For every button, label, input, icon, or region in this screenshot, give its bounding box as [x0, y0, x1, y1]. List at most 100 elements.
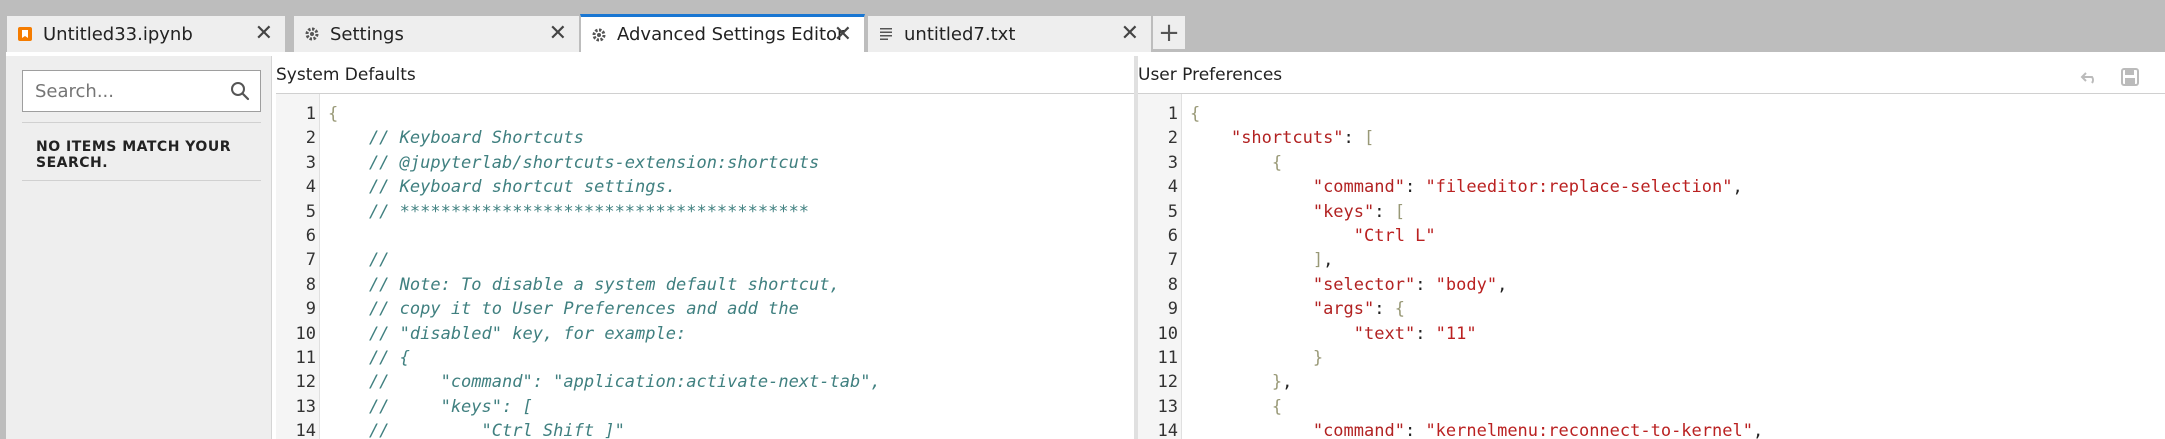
code-line: 3 {	[1138, 153, 2165, 177]
code-line: 10 "text": "11"	[1138, 324, 2165, 348]
empty-message: NO ITEMS MATCH YOUR SEARCH.	[36, 139, 231, 171]
code-token: // copy it to User Preferences and add t…	[328, 299, 799, 320]
code-line: 11 // {	[276, 348, 1134, 372]
code-line: 1{	[1138, 104, 2165, 128]
code-token: :	[1374, 299, 1395, 320]
line-number: 2	[305, 128, 316, 149]
code-line: 14 "command": "kernelmenu:reconnect-to-k…	[1138, 421, 2165, 439]
code-token: }	[1312, 348, 1324, 368]
line-number: 5	[1167, 201, 1178, 222]
code-token: "11"	[1435, 323, 1477, 344]
tab-label: Untitled33.ipynb	[43, 23, 193, 45]
tab-advanced-settings-editor[interactable]: Advanced Settings Editor ✕	[580, 14, 865, 52]
code-line: 1{	[276, 104, 1134, 128]
line-number: 9	[305, 299, 316, 320]
line-number: 1	[305, 104, 316, 124]
line-number: 6	[1167, 226, 1178, 246]
code-token: ]	[1312, 250, 1324, 271]
code-token: "selector"	[1312, 274, 1416, 295]
close-icon[interactable]: ✕	[549, 23, 567, 45]
code-token: ,	[1497, 274, 1508, 295]
close-icon[interactable]: ✕	[834, 23, 852, 46]
code-text: {	[1190, 104, 1200, 124]
line-number: 13	[1157, 396, 1178, 417]
close-icon[interactable]: ✕	[255, 23, 273, 45]
divider	[22, 122, 261, 123]
undo-icon[interactable]	[2080, 67, 2100, 87]
line-number: 8	[305, 274, 316, 295]
new-tab-button[interactable]: +	[1152, 15, 1186, 50]
code-token: {	[1190, 104, 1201, 124]
code-token: "keys"	[1312, 201, 1375, 222]
line-number: 3	[305, 152, 316, 173]
close-icon[interactable]: ✕	[1121, 23, 1139, 45]
system-defaults-header: System Defaults	[276, 56, 1138, 94]
user-preferences-editor[interactable]: 1{2 "shortcuts": [3 {4 "command": "filee…	[1138, 94, 2165, 439]
code-text: // Note: To disable a system default sho…	[328, 275, 840, 295]
code-token: ,	[1282, 372, 1293, 393]
code-token: ,	[1732, 177, 1743, 198]
line-number: 12	[295, 372, 316, 393]
code-token: // Note: To disable a system default sho…	[328, 274, 840, 295]
code-text: "command": "kernelmenu:reconnect-to-kern…	[1190, 421, 1763, 439]
code-text: "command": "fileeditor:replace-selection…	[1190, 177, 1743, 197]
line-number: 9	[1167, 299, 1178, 320]
user-preferences-title: User Preferences	[1138, 64, 1283, 85]
code-text: // copy it to User Preferences and add t…	[328, 299, 799, 319]
code-text: "selector": "body",	[1190, 274, 1508, 295]
text-file-icon	[878, 26, 894, 42]
code-line: 7 //	[276, 250, 1134, 274]
code-text: // Keyboard Shortcuts	[328, 128, 584, 148]
code-text: //	[328, 250, 389, 270]
code-text: {	[1190, 397, 1282, 417]
line-number: 10	[1157, 323, 1178, 344]
tab-label: untitled7.txt	[904, 23, 1016, 45]
save-icon[interactable]	[2120, 67, 2140, 87]
code-text: {	[1190, 153, 1282, 173]
code-text: }	[1190, 348, 1323, 368]
code-token: }	[1271, 372, 1283, 393]
code-token: // Keyboard Shortcuts	[328, 128, 584, 149]
line-number: 4	[1167, 177, 1178, 198]
system-defaults-title: System Defaults	[276, 64, 416, 85]
code-text: ],	[1190, 250, 1334, 271]
code-text: // Keyboard shortcut settings.	[328, 177, 676, 197]
line-number: 8	[1167, 274, 1178, 295]
code-line: 12 // "command": "application:activate-n…	[276, 372, 1134, 396]
tab-bar: Untitled33.ipynb ✕ Settings ✕ Advanced S…	[0, 0, 2165, 52]
divider	[22, 180, 261, 181]
tab-settings[interactable]: Settings ✕	[293, 15, 580, 52]
code-line: 2 // Keyboard Shortcuts	[276, 128, 1134, 152]
code-token: // "keys": [	[328, 396, 533, 417]
code-token: :	[1415, 274, 1436, 295]
code-line: 9 "args": {	[1138, 299, 2165, 323]
code-line: 11 }	[1138, 348, 2165, 372]
code-text: // {	[328, 348, 410, 368]
code-line: 4 "command": "fileeditor:replace-selecti…	[1138, 177, 2165, 201]
notebook-icon	[17, 26, 33, 42]
code-token: :	[1374, 201, 1395, 222]
line-number: 6	[305, 226, 316, 246]
search-input[interactable]	[23, 71, 223, 111]
tab-untitled33-ipynb[interactable]: Untitled33.ipynb ✕	[6, 15, 286, 52]
code-line: 5 "keys": [	[1138, 202, 2165, 226]
search-icon[interactable]	[230, 81, 250, 101]
code-token: // "Ctrl Shift ]"	[328, 421, 625, 439]
line-number: 7	[1167, 250, 1178, 271]
line-number: 4	[305, 177, 316, 198]
code-token: {	[1394, 299, 1405, 320]
code-token: "fileeditor:replace-selection"	[1425, 177, 1733, 198]
code-token: "body"	[1435, 274, 1498, 295]
tab-untitled7-txt[interactable]: untitled7.txt ✕	[867, 15, 1152, 52]
line-number: 1	[1167, 104, 1178, 124]
code-text: "Ctrl L"	[1190, 226, 1436, 246]
